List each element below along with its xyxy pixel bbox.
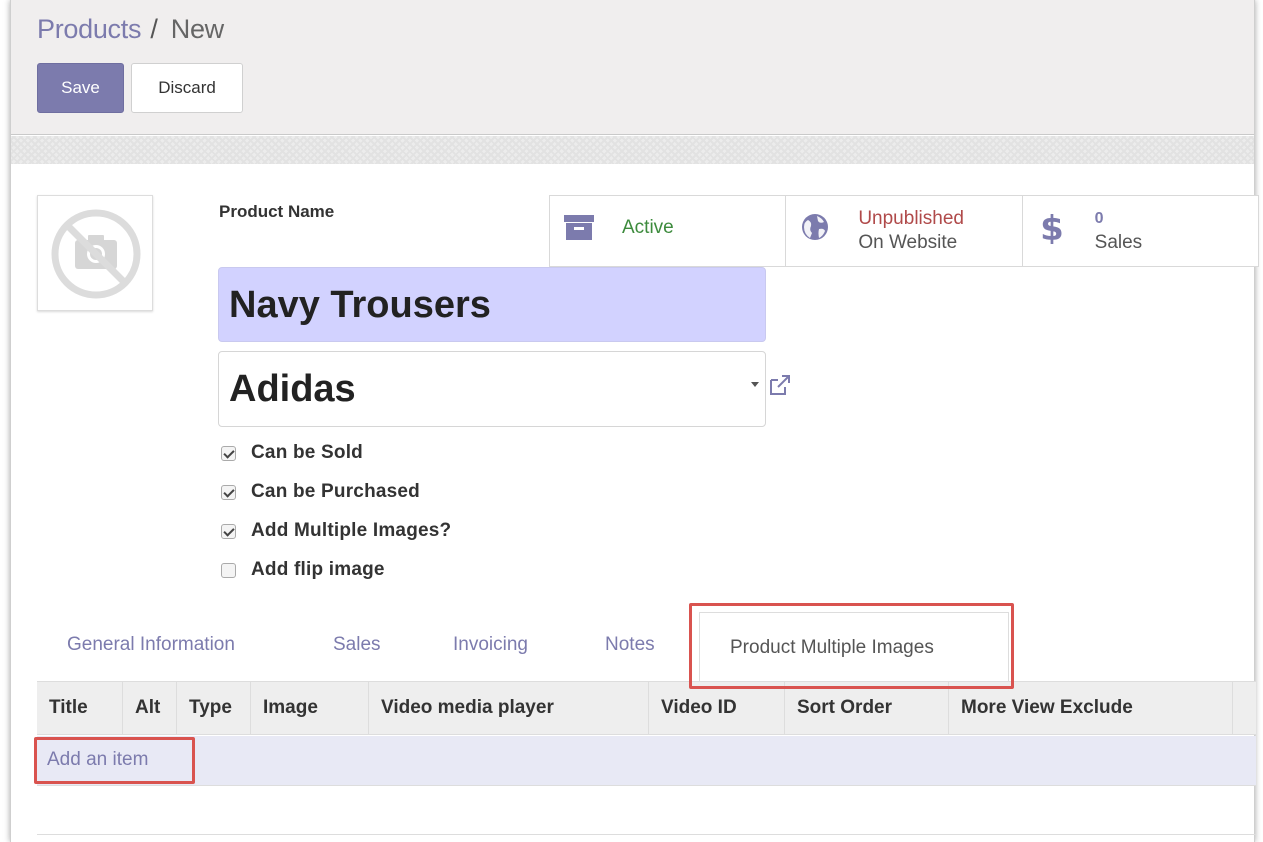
brand-select-value: Adidas — [229, 368, 356, 410]
website-status-label: On Website — [858, 232, 958, 253]
dollar-icon: $ — [1040, 210, 1064, 244]
column-header-image[interactable]: Image — [251, 682, 369, 734]
website-status: Unpublished On Website — [858, 207, 964, 255]
images-table-header: Title Alt Type Image Video media player … — [37, 681, 1256, 735]
add-multiple-images-label: Add Multiple Images? — [251, 520, 452, 541]
column-header-more-view-exclude[interactable]: More View Exclude — [949, 682, 1233, 734]
tab-invoicing[interactable]: Invoicing — [453, 634, 528, 656]
sales-count: 0 — [1094, 210, 1104, 227]
column-header-video-id[interactable]: Video ID — [649, 682, 785, 734]
form-view: Products / New Save Discard Product Name… — [10, 0, 1259, 842]
archive-icon — [564, 215, 594, 240]
can-be-purchased-checkbox[interactable] — [221, 484, 236, 500]
column-header-title[interactable]: Title — [37, 682, 123, 734]
sales-button[interactable]: $ 0 Sales — [1023, 196, 1258, 266]
active-label: Active — [622, 217, 674, 238]
control-panel: Products / New Save Discard — [11, 0, 1254, 135]
external-link-icon[interactable] — [767, 372, 793, 398]
add-flip-image-field[interactable]: Add flip image — [221, 558, 385, 582]
tab-product-multiple-images-label: Product Multiple Images — [730, 637, 934, 658]
can-be-sold-checkbox[interactable] — [221, 445, 236, 461]
sales-stat: 0 Sales — [1095, 207, 1143, 255]
tab-product-multiple-images[interactable]: Product Multiple Images — [699, 612, 1009, 689]
tab-general-information[interactable]: General Information — [67, 634, 235, 656]
no-image-camera-icon — [51, 209, 141, 299]
add-multiple-images-checkbox[interactable] — [221, 523, 236, 539]
can-be-sold-label: Can be Sold — [251, 442, 363, 463]
column-header-type[interactable]: Type — [177, 682, 251, 734]
add-flip-image-label: Add flip image — [251, 559, 385, 580]
svg-text:$: $ — [1040, 210, 1064, 244]
product-name-label: Product Name — [219, 202, 335, 221]
active-toggle-button[interactable]: Active — [550, 196, 787, 266]
globe-icon — [802, 214, 829, 240]
add-flip-image-checkbox[interactable] — [221, 562, 236, 578]
smart-buttons: Active Unpublished On Website $ 0 Sales — [549, 195, 1259, 267]
discard-button[interactable]: Discard — [131, 63, 243, 113]
breadcrumb-current: New — [170, 14, 224, 44]
column-header-sort-order[interactable]: Sort Order — [785, 682, 949, 734]
save-button[interactable]: Save — [37, 63, 124, 113]
column-header-video-media-player[interactable]: Video media player — [369, 682, 649, 734]
tab-notes[interactable]: Notes — [605, 634, 655, 656]
column-header-alt[interactable]: Alt — [123, 682, 177, 734]
product-image[interactable] — [37, 195, 153, 311]
add-item-row: Add an item — [37, 736, 1256, 786]
divider — [37, 834, 1256, 835]
add-an-item-link[interactable]: Add an item — [47, 749, 148, 771]
breadcrumb: Products / New — [37, 14, 224, 45]
website-status-value: Unpublished — [858, 208, 964, 229]
dropdown-caret-icon[interactable] — [751, 382, 759, 387]
brand-select[interactable]: Adidas — [218, 351, 766, 427]
product-name-input[interactable]: Navy Trousers — [218, 267, 766, 342]
sales-label: Sales — [1094, 232, 1143, 253]
can-be-purchased-label: Can be Purchased — [251, 481, 420, 502]
notebook-tabs: General Information Sales Invoicing Note… — [37, 604, 1256, 689]
breadcrumb-products-link[interactable]: Products — [37, 14, 141, 44]
breadcrumb-separator: / — [150, 14, 158, 44]
can-be-purchased-field[interactable]: Can be Purchased — [221, 480, 420, 504]
website-publish-button[interactable]: Unpublished On Website — [786, 196, 1023, 266]
tab-sales[interactable]: Sales — [333, 634, 381, 656]
sheet-background-strip — [11, 136, 1254, 164]
add-multiple-images-field[interactable]: Add Multiple Images? — [221, 519, 451, 543]
can-be-sold-field[interactable]: Can be Sold — [221, 441, 363, 465]
